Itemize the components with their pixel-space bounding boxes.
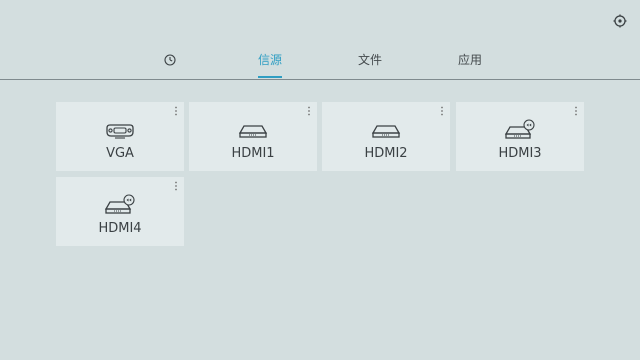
tab-sources-label: 信源 (257, 53, 282, 67)
active-tab-indicator (258, 76, 282, 78)
vga-connector-icon (106, 124, 134, 139)
source-card-vga[interactable]: VGA (56, 102, 184, 171)
hdmi-device-badge-icon (104, 194, 135, 214)
tab-sources[interactable]: 信源 (240, 49, 300, 78)
tab-files[interactable]: 文件 (340, 49, 400, 71)
source-label: HDMI3 (498, 146, 542, 161)
top-navigation: 信源 文件 应用 (0, 0, 640, 80)
source-card-hdmi4[interactable]: HDMI4 (56, 177, 184, 246)
source-card-hdmi1[interactable]: HDMI1 (189, 102, 317, 171)
clock-icon (164, 54, 176, 66)
more-options-icon[interactable] (440, 106, 444, 116)
source-label: HDMI1 (231, 146, 275, 161)
tab-apps[interactable]: 应用 (440, 49, 500, 71)
more-options-icon[interactable] (307, 106, 311, 116)
more-options-icon[interactable] (574, 106, 578, 116)
more-options-icon[interactable] (174, 106, 178, 116)
source-card-hdmi3[interactable]: HDMI3 (456, 102, 584, 171)
source-label: HDMI4 (98, 221, 142, 236)
hdmi-device-icon (238, 125, 268, 138)
tab-apps-label: 应用 (457, 53, 482, 67)
source-card-hdmi2[interactable]: HDMI2 (322, 102, 450, 171)
source-label: HDMI2 (364, 146, 408, 161)
hdmi-device-icon (371, 125, 401, 138)
tab-clock[interactable] (140, 49, 200, 71)
source-label: VGA (106, 146, 134, 161)
header-divider (0, 79, 640, 80)
tab-files-label: 文件 (357, 53, 382, 67)
hdmi-device-badge-icon (504, 119, 535, 139)
more-options-icon[interactable] (174, 181, 178, 191)
